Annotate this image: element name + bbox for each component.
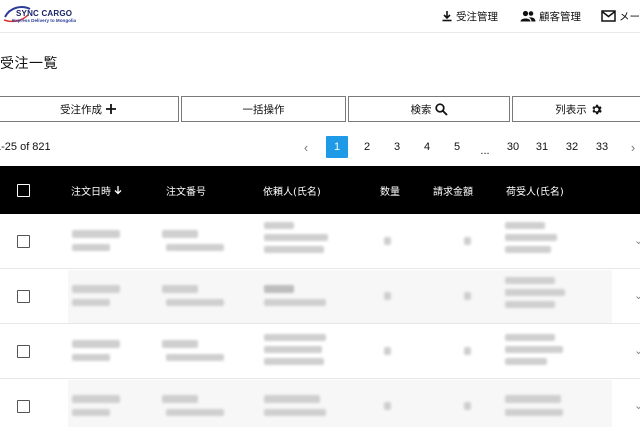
table-header: 注文日時 注文番号 依頼人(氏名) 数量 請求金額 荷受人(氏名)	[0, 166, 640, 214]
expand-chevron-icon[interactable]: ⌄	[634, 234, 640, 247]
top-header: SYNC CARGO Express Delivery to Mongolia …	[0, 0, 640, 33]
download-icon	[442, 11, 452, 22]
page-3[interactable]: 3	[386, 136, 408, 158]
page-4[interactable]: 4	[416, 136, 438, 158]
expand-chevron-icon[interactable]: ⌄	[634, 344, 640, 357]
row-checkbox[interactable]	[17, 290, 30, 303]
table-row[interactable]: ⌄	[0, 269, 640, 324]
logo-subtitle: Express Delivery to Mongolia	[12, 18, 77, 23]
page-ellipsis: ...	[480, 145, 490, 157]
gear-icon	[592, 104, 602, 114]
nav-customer-management-label: 顧客管理	[539, 10, 581, 23]
page-5[interactable]: 5	[446, 136, 468, 158]
next-page-icon[interactable]: ›	[622, 136, 640, 158]
nav-customer-management[interactable]: 顧客管理	[520, 8, 581, 24]
expand-chevron-icon[interactable]: ⌄	[634, 289, 640, 302]
row-checkbox[interactable]	[17, 235, 30, 248]
page-31[interactable]: 31	[531, 136, 553, 158]
page-2[interactable]: 2	[356, 136, 378, 158]
row-checkbox[interactable]	[17, 400, 30, 413]
nav-mail[interactable]: メー	[601, 8, 640, 24]
sort-arrow-down-icon	[114, 186, 122, 195]
create-order-label: 受注作成	[60, 103, 102, 116]
select-all-checkbox[interactable]	[17, 184, 30, 197]
page-33[interactable]: 33	[591, 136, 613, 158]
column-order-date-label: 注文日時	[71, 186, 111, 198]
nav-mail-label: メー	[619, 10, 640, 23]
nav-order-management-label: 受注管理	[456, 10, 498, 23]
mail-icon	[601, 10, 616, 22]
expand-chevron-icon[interactable]: ⌄	[634, 399, 640, 412]
column-order-number[interactable]: 注文番号	[166, 166, 206, 214]
row-checkbox[interactable]	[17, 345, 30, 358]
search-label: 検索	[410, 103, 432, 116]
search-icon	[434, 102, 448, 116]
table-row[interactable]: ⌄	[0, 214, 640, 269]
nav-order-management[interactable]: 受注管理	[441, 8, 498, 24]
result-count: 1-25 of 821	[0, 141, 51, 153]
page-title: 受注一覧	[0, 56, 58, 72]
bulk-operations-button[interactable]: 一括操作	[181, 96, 346, 122]
page-32[interactable]: 32	[561, 136, 583, 158]
logo[interactable]: SYNC CARGO Express Delivery to Mongolia	[2, 3, 92, 27]
plus-icon	[106, 104, 116, 114]
column-order-date[interactable]: 注文日時	[71, 166, 123, 214]
search-button[interactable]: 検索	[348, 96, 510, 122]
prev-page-icon[interactable]: ‹	[295, 136, 317, 158]
logo-title: SYNC CARGO	[16, 9, 73, 18]
column-display-label: 列表示	[555, 103, 587, 116]
column-consignee[interactable]: 荷受人(氏名)	[506, 166, 564, 214]
bulk-operations-label: 一括操作	[242, 103, 285, 116]
people-icon	[520, 10, 536, 22]
column-display-button[interactable]: 列表示	[512, 96, 640, 122]
page-1[interactable]: 1	[326, 136, 348, 158]
column-billing-amount[interactable]: 請求金額	[433, 166, 473, 214]
create-order-button[interactable]: 受注作成	[0, 96, 179, 122]
page-30[interactable]: 30	[502, 136, 524, 158]
table-row[interactable]: ⌄	[0, 324, 640, 379]
column-quantity[interactable]: 数量	[380, 166, 400, 214]
column-requester[interactable]: 依頼人(氏名)	[263, 166, 321, 214]
